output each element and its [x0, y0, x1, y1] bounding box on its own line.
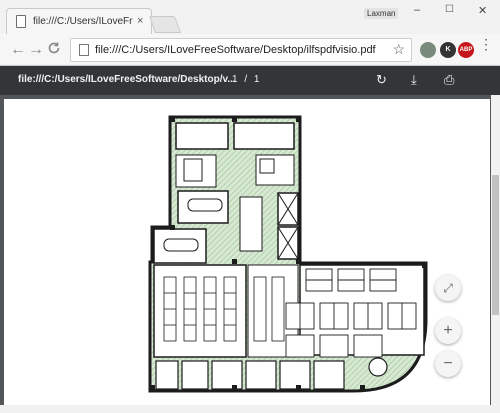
- zoom-in-button[interactable]: +: [435, 318, 461, 344]
- pdf-toolbar: file:///C:/Users/ILoveFreeSoftware/Deskt…: [0, 66, 500, 95]
- profile-name[interactable]: Laxman: [364, 8, 399, 19]
- tab-strip: file:///C:/Users/ILoveFree × Laxman – ☐ …: [0, 0, 500, 35]
- floor-plan-drawing: [148, 115, 428, 393]
- pdf-viewer[interactable]: [0, 95, 491, 405]
- tab-title: file:///C:/Users/ILoveFree: [33, 16, 133, 27]
- menu-icon[interactable]: ⋮: [479, 37, 493, 51]
- adblock-icon[interactable]: ABP: [458, 42, 474, 58]
- page-number-input[interactable]: 1: [232, 74, 238, 85]
- back-button[interactable]: ←: [10, 41, 26, 59]
- page-total: 1: [253, 74, 260, 85]
- scrollbar-thumb[interactable]: [492, 175, 499, 315]
- fit-to-page-button[interactable]: ⤢: [435, 275, 461, 301]
- address-text[interactable]: file:///C:/Users/ILoveFreeSoftware/Deskt…: [95, 44, 376, 56]
- zoom-out-button[interactable]: −: [435, 351, 461, 377]
- rotate-icon[interactable]: ↻: [376, 72, 387, 88]
- print-icon[interactable]: ⎙: [444, 72, 454, 88]
- reload-icon: [48, 42, 60, 54]
- close-window-button[interactable]: ✕: [478, 4, 487, 17]
- browser-tab[interactable]: file:///C:/Users/ILoveFree ×: [6, 8, 152, 35]
- bookmark-star-icon[interactable]: ☆: [392, 41, 405, 58]
- new-tab-button[interactable]: [148, 16, 182, 33]
- page-info-icon[interactable]: [79, 44, 89, 56]
- download-icon[interactable]: ⤓: [411, 72, 417, 88]
- forward-button[interactable]: →: [28, 41, 44, 59]
- reload-button[interactable]: [47, 41, 61, 60]
- address-bar[interactable]: file:///C:/Users/ILoveFreeSoftware/Deskt…: [70, 38, 412, 62]
- horizontal-scrollbar[interactable]: [0, 405, 500, 413]
- page-indicator: 1 / 1: [232, 74, 259, 85]
- k-extension-icon[interactable]: K: [440, 42, 456, 58]
- sheet-extension-icon[interactable]: [420, 42, 436, 58]
- pdf-page: [4, 99, 490, 405]
- file-icon: [16, 15, 26, 28]
- tab-close-icon[interactable]: ×: [137, 15, 143, 27]
- minimize-button[interactable]: –: [414, 4, 420, 16]
- vertical-scrollbar[interactable]: [491, 95, 500, 405]
- pdf-title: file:///C:/Users/ILoveFreeSoftware/Deskt…: [18, 74, 236, 85]
- page-separator: /: [244, 74, 248, 85]
- maximize-button[interactable]: ☐: [445, 4, 454, 15]
